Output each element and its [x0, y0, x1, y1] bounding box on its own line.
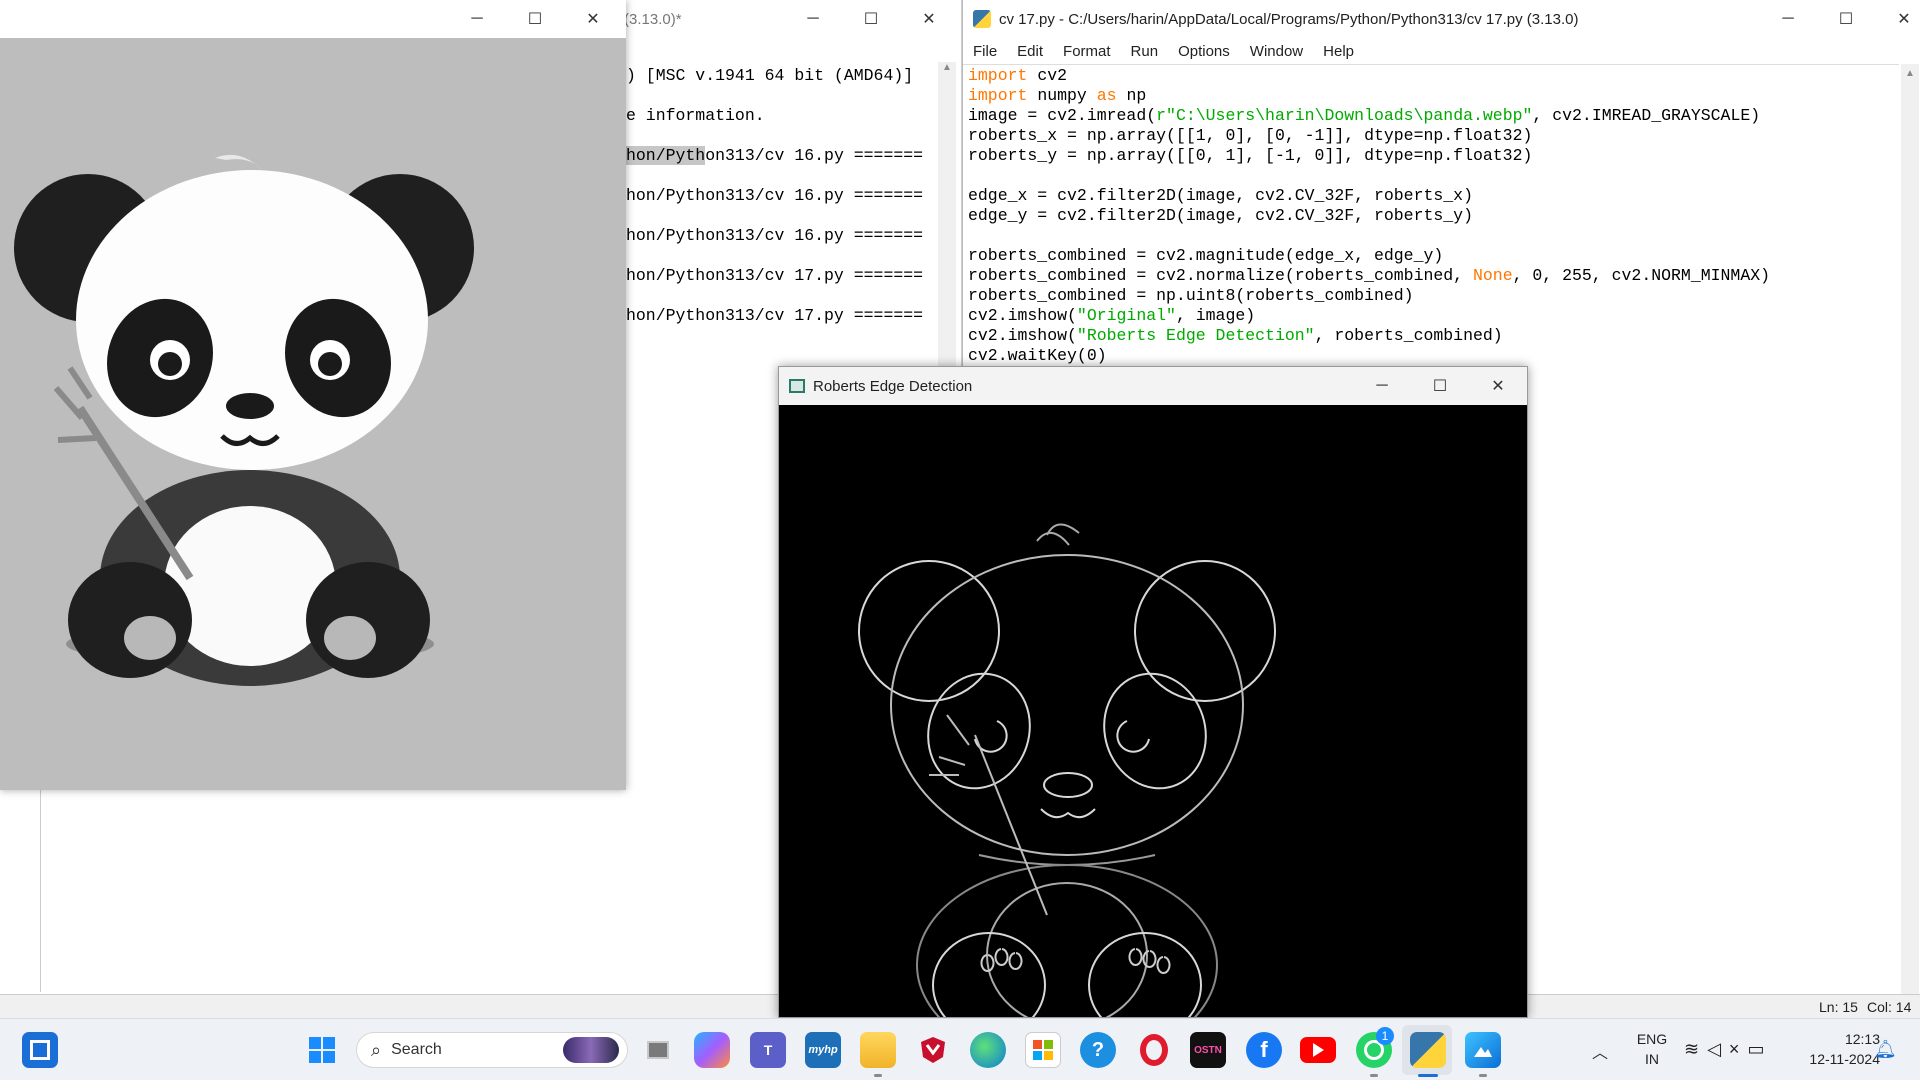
python-file-icon: [973, 10, 991, 28]
edge-minimize-button[interactable]: ─: [1353, 367, 1411, 405]
shell-line: hon/Python313/cv 17.py =======: [626, 266, 924, 285]
shell-line: hon/Python313/cv 16.py =======: [626, 186, 924, 205]
wifi-icon: ≋: [1684, 1039, 1708, 1059]
photos-icon[interactable]: [1465, 1032, 1501, 1068]
search-highlight-icon: [563, 1037, 619, 1063]
edge-image: [858, 523, 1276, 1017]
menu-help[interactable]: Help: [1313, 43, 1364, 60]
whatsapp-badge: 1: [1376, 1027, 1394, 1045]
language-indicator[interactable]: ENG IN: [1632, 1029, 1672, 1069]
youtube-icon[interactable]: [1300, 1037, 1336, 1063]
clock-time: 12:13: [1844, 1031, 1880, 1047]
shell-title: (3.13.0)*: [624, 10, 682, 28]
code-line: cv2.waitKey(0): [968, 346, 1107, 365]
shell-minimize-button[interactable]: ─: [784, 0, 842, 38]
search-box[interactable]: ⌕ Search: [356, 1032, 628, 1068]
opera-icon[interactable]: [1136, 1032, 1172, 1068]
editor-menubar: File Edit Format Run Options Window Help: [963, 38, 1920, 64]
code-line: roberts_combined = cv2.magnitude(edge_x,…: [968, 246, 1444, 265]
mcafee-icon[interactable]: [915, 1032, 951, 1068]
shell-line: e information.: [626, 106, 765, 125]
show-hidden-icons-chevron-up-icon[interactable]: ︿: [1592, 1039, 1608, 1063]
original-image-window: ─ ☐ ✕: [0, 0, 626, 790]
original-minimize-button[interactable]: ─: [448, 0, 506, 38]
code-line: roberts_x = np.array([[1, 0], [0, -1]], …: [968, 126, 1533, 145]
shell-line: hon/Python313/cv 16.py =======: [626, 226, 924, 245]
shell-output: ) [MSC v.1941 64 bit (AMD64)] e informat…: [626, 66, 923, 326]
clock[interactable]: 12:13 12-11-2024: [1780, 1029, 1880, 1069]
system-tray[interactable]: ≋◁×▭: [1684, 1039, 1772, 1060]
editor-maximize-button[interactable]: ☐: [1817, 0, 1875, 38]
store-icon[interactable]: [1025, 1032, 1061, 1068]
shell-maximize-button[interactable]: ☐: [842, 0, 900, 38]
shell-close-button[interactable]: ✕: [900, 0, 958, 38]
menu-options[interactable]: Options: [1168, 43, 1240, 60]
original-maximize-button[interactable]: ☐: [506, 0, 564, 38]
code-line: image = cv2.imread(r"C:\Users\harin\Down…: [968, 106, 1761, 125]
code-line: cv2.imshow("Original", image): [968, 306, 1256, 325]
status-line: Ln: 15: [1819, 999, 1858, 1015]
language-top: ENG: [1636, 1031, 1668, 1047]
menu-format[interactable]: Format: [1053, 43, 1121, 60]
python-idle-icon[interactable]: [1410, 1032, 1446, 1068]
ostn-icon[interactable]: OSTN: [1190, 1032, 1226, 1068]
editor-minimize-button[interactable]: ─: [1759, 0, 1817, 38]
menu-run[interactable]: Run: [1121, 43, 1169, 60]
volume-muted-icon: ◁×: [1707, 1039, 1748, 1059]
opencv-window-icon: [789, 379, 805, 393]
status-column: Col: 14: [1867, 999, 1912, 1015]
shell-line: hon/Python313/cv 17.py =======: [626, 306, 924, 325]
code-line: import numpy as np: [968, 86, 1147, 105]
edge-icon[interactable]: [970, 1032, 1006, 1068]
edge-detection-window: Roberts Edge Detection ─ ☐ ✕: [778, 366, 1528, 1018]
editor-close-button[interactable]: ✕: [1875, 0, 1920, 38]
menu-file[interactable]: File: [963, 43, 1007, 60]
language-bottom: IN: [1645, 1051, 1659, 1067]
editor-scrollbar[interactable]: ▲: [1901, 64, 1919, 994]
edge-maximize-button[interactable]: ☐: [1411, 367, 1469, 405]
original-close-button[interactable]: ✕: [564, 0, 622, 38]
clock-date: 12-11-2024: [1809, 1051, 1880, 1067]
teams-icon[interactable]: T: [750, 1032, 786, 1068]
battery-charging-icon: ▭: [1747, 1039, 1773, 1059]
code-line: cv2.imshow("Roberts Edge Detection", rob…: [968, 326, 1503, 345]
menu-edit[interactable]: Edit: [1007, 43, 1053, 60]
code-line: roberts_combined = np.uint8(roberts_comb…: [968, 286, 1414, 305]
menu-window[interactable]: Window: [1240, 43, 1313, 60]
file-explorer-icon[interactable]: [860, 1032, 896, 1068]
search-placeholder: Search: [391, 1041, 442, 1058]
code-line: edge_y = cv2.filter2D(image, cv2.CV_32F,…: [968, 206, 1473, 225]
code-line: roberts_combined = cv2.normalize(roberts…: [968, 266, 1771, 285]
edge-close-button[interactable]: ✕: [1469, 367, 1527, 405]
myhp-icon[interactable]: myhp: [805, 1032, 841, 1068]
notification-bell-icon[interactable]: 🔔︎: [1874, 1039, 1897, 1060]
get-help-icon[interactable]: ?: [1080, 1032, 1116, 1068]
widgets-icon[interactable]: [22, 1032, 58, 1068]
shell-line: ) [MSC v.1941 64 bit (AMD64)]: [626, 66, 914, 85]
copilot-icon[interactable]: [694, 1032, 730, 1068]
code-line: edge_x = cv2.filter2D(image, cv2.CV_32F,…: [968, 186, 1473, 205]
facebook-icon[interactable]: f: [1246, 1032, 1282, 1068]
code-line: import cv2: [968, 66, 1068, 85]
edge-title: Roberts Edge Detection: [813, 377, 973, 395]
taskbar: ⌕ Search T myhp ? OSTN f 1 ︿ ENG IN ≋◁×▭…: [0, 1018, 1920, 1080]
code-content: import cv2 import numpy as np image = cv2.…: [968, 66, 1770, 366]
task-view-icon[interactable]: [640, 1032, 676, 1068]
search-icon: ⌕: [371, 1039, 382, 1060]
code-line: roberts_y = np.array([[0, 1], [-1, 0]], …: [968, 146, 1533, 165]
editor-title: cv 17.py - C:/Users/harin/AppData/Local/…: [999, 10, 1579, 28]
shell-line: hon/Python313/cv 16.py =======: [626, 146, 924, 165]
start-icon[interactable]: [304, 1032, 340, 1068]
panda-image: [14, 154, 474, 686]
